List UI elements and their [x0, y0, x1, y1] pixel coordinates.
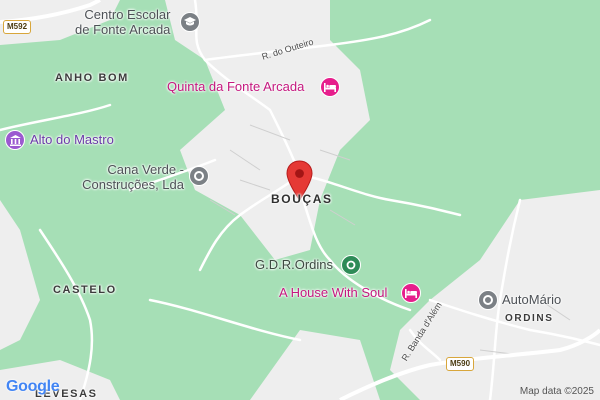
poi-centro-escolar-label[interactable]: Centro Escolar de Fonte Arcada: [75, 7, 170, 38]
map-attribution[interactable]: Map data ©2025: [520, 386, 594, 397]
school-icon[interactable]: [180, 12, 200, 32]
hotel-icon[interactable]: [320, 77, 340, 97]
road-shield-m590: M590: [446, 357, 475, 371]
place-label-boucas: BOUÇAS: [271, 192, 333, 206]
place-icon[interactable]: [478, 290, 498, 310]
place-label-castelo: CASTELO: [53, 284, 117, 296]
landmark-icon[interactable]: [5, 130, 25, 150]
poi-gdr-ordins-label[interactable]: G.D.R.Ordins: [255, 257, 333, 273]
urban-area-west: [0, 200, 40, 350]
place-label-ordins: ORDINS: [505, 313, 554, 324]
sports-icon[interactable]: [341, 255, 361, 275]
hotel-icon[interactable]: [401, 283, 421, 303]
poi-automario-label[interactable]: AutoMário: [502, 292, 561, 308]
place-icon[interactable]: [189, 166, 209, 186]
google-logo-text: Google: [6, 378, 60, 395]
poi-cana-verde-label[interactable]: Cana Verde - Construções, Lda: [72, 162, 184, 193]
road-shield-m592: M592: [3, 20, 32, 34]
poi-house-with-soul-label[interactable]: A House With Soul: [279, 285, 387, 301]
place-label-anho-bom: ANHO BOM: [55, 72, 129, 84]
google-logo[interactable]: Google: [6, 378, 60, 396]
poi-quinta-label[interactable]: Quinta da Fonte Arcada: [167, 79, 304, 95]
poi-alto-do-mastro-label[interactable]: Alto do Mastro: [30, 132, 114, 148]
map-canvas[interactable]: M592 M590 Centro Escolar de Fonte Arcada…: [0, 0, 600, 400]
